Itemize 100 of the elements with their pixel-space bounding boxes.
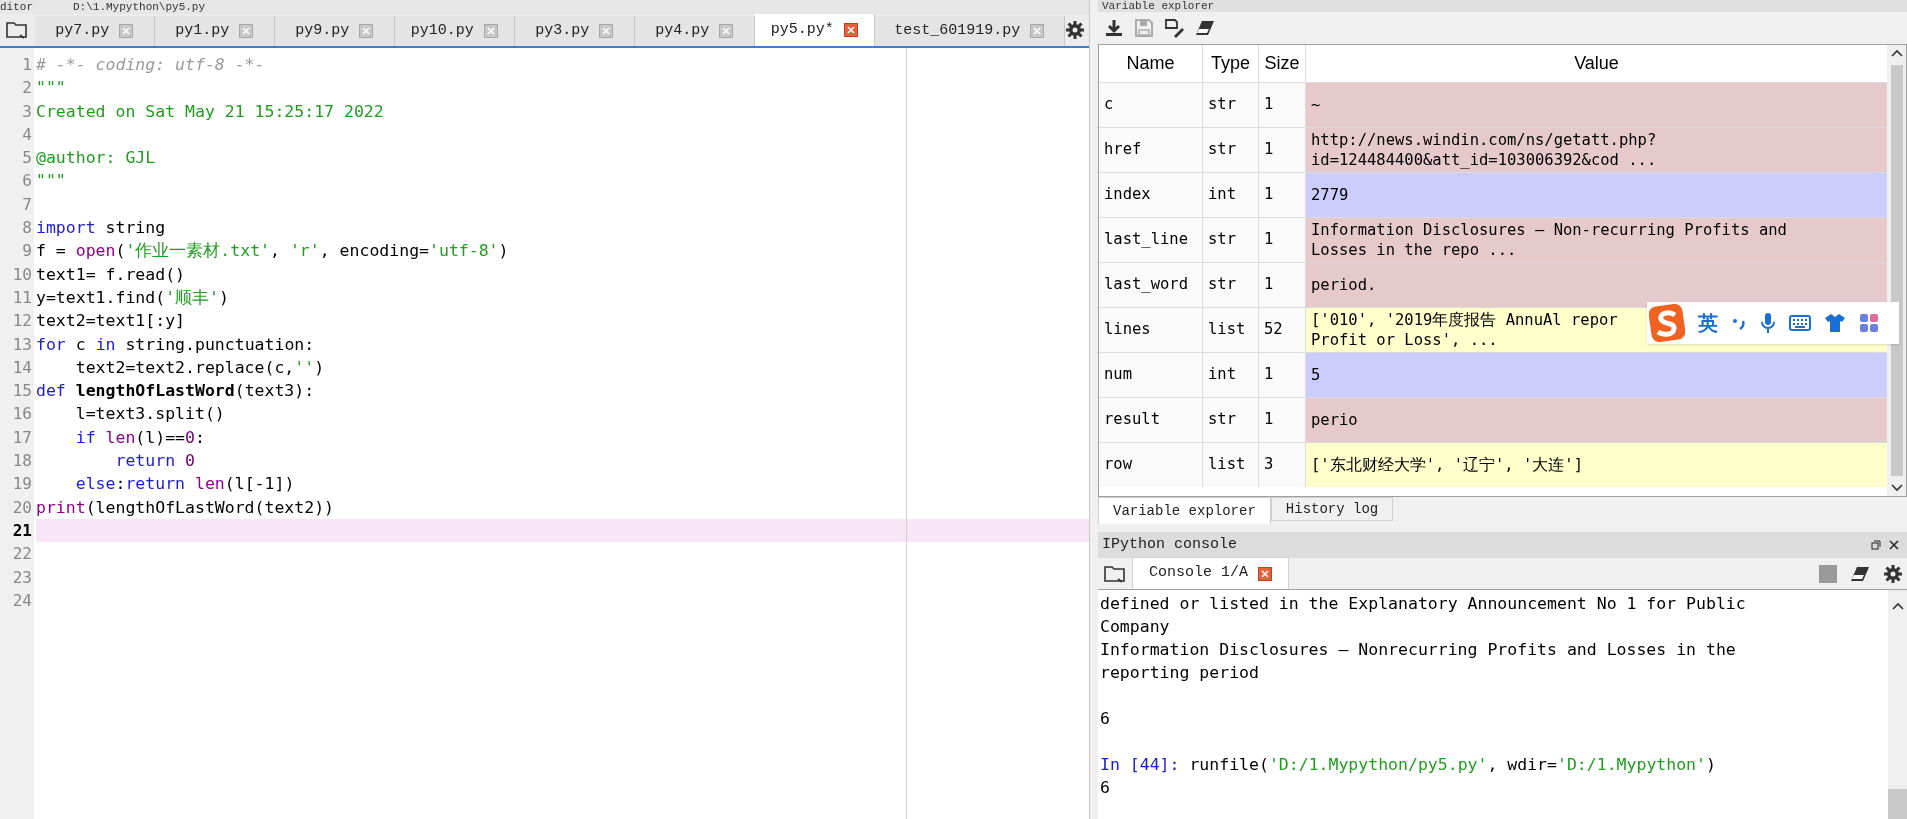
console-line: 6 [1100,709,1110,728]
pane-tab[interactable]: History log [1270,497,1394,521]
file-tab[interactable]: py5.py* [754,14,875,46]
table-cell: int [1203,173,1259,217]
scroll-thumb[interactable] [1888,789,1907,819]
value-cell: 5 [1306,353,1887,397]
input-mode-toggle[interactable]: 英 [1698,308,1718,338]
code-line: else:return len(l[-1]) [74,474,295,494]
code-line: l=text3.split() [74,404,225,424]
scrollbar[interactable] [1888,590,1907,819]
line-number: 6 [22,170,32,193]
line-number: 21 [12,519,32,542]
console-tab[interactable]: Console 1/A [1132,557,1290,589]
code-line: def lengthOfLastWord(text3): [36,381,315,401]
file-tab[interactable]: py4.py [634,16,755,46]
column-header[interactable]: Value [1306,45,1887,82]
column-header[interactable]: Name [1099,45,1203,82]
save-as-icon[interactable] [1164,18,1184,38]
pane-title: IPython console [1102,534,1238,555]
eraser-icon[interactable] [1194,19,1216,37]
code-line: return 0 [114,451,195,471]
line-number: 20 [12,496,32,519]
line-number: 11 [12,286,32,309]
line-number: 8 [22,217,32,240]
line-number: 1 [22,54,32,76]
close-icon[interactable] [1889,540,1899,550]
value-cell: perio [1306,398,1887,442]
microphone-icon[interactable] [1760,312,1776,334]
table-cell: str [1203,398,1259,442]
folder-icon[interactable] [6,21,29,39]
scrollbar[interactable] [1887,45,1906,496]
download-icon[interactable] [1104,18,1124,38]
table-cell: 1 [1259,173,1306,217]
file-tab[interactable]: py7.py [34,16,155,46]
scroll-up-icon[interactable] [1891,602,1904,610]
grid-icon[interactable] [1859,313,1879,333]
keyboard-icon[interactable] [1789,315,1811,331]
table-cell: int [1203,353,1259,397]
logo-icon[interactable] [1649,303,1685,343]
line-number: 10 [12,263,32,286]
close-icon[interactable] [1258,566,1273,581]
line-number: 24 [12,589,32,612]
shirt-icon[interactable] [1824,313,1846,333]
table-cell: str [1203,128,1259,172]
code-line: print(lengthOfLastWord(text2)) [36,497,335,517]
file-tab[interactable]: py3.py [514,16,635,46]
table-cell: num [1099,353,1203,397]
settings-icon[interactable] [1064,20,1085,40]
table-cell: 3 [1259,443,1306,487]
file-tab[interactable]: py10.py [394,16,515,46]
table-cell: 1 [1259,263,1306,307]
table-cell: str [1203,218,1259,262]
console-line: Information Disclosures – Nonrecurring Profits and Losses in the [1100,640,1736,659]
line-number: 23 [12,566,32,589]
eraser-icon[interactable] [1849,565,1871,583]
line-number: 12 [12,310,32,333]
code-line: """ [36,171,66,191]
code-line: import string [36,218,166,238]
scroll-up-icon[interactable] [1890,49,1903,57]
code-line: @author: GJL [36,148,156,168]
table-cell: 1 [1259,128,1306,172]
scroll-down-icon[interactable] [1890,484,1903,492]
table-cell: str [1203,83,1259,127]
line-number: 4 [22,123,32,146]
line-number: 7 [22,193,32,216]
column-header[interactable]: Type [1203,45,1259,82]
table-cell: 1 [1259,218,1306,262]
line-number: 15 [12,380,32,403]
file-tab[interactable]: py1.py [154,16,275,46]
folder-icon[interactable] [1104,565,1126,583]
line-number: 13 [12,333,32,356]
table-cell: 1 [1259,83,1306,127]
line-number: 14 [12,356,32,379]
value-cell: period. [1306,263,1887,307]
value-cell: ~ [1306,83,1887,127]
code-line: """ [36,78,66,98]
undock-icon[interactable] [1871,540,1881,550]
table-cell: last_line [1099,218,1203,262]
table-cell: 52 [1259,308,1306,352]
file-tab[interactable]: test_601919.py [874,16,1065,46]
value-cell: http://news.windin.com/ns/getatt.php? id=124484400&att_id=103006392&cod ... [1306,128,1887,172]
value-cell: Information Disclosures – Non-recurring Profits and Losses in the repo ... [1306,218,1887,262]
pane-title: ditor [0,1,33,13]
table-cell: c [1099,83,1203,127]
pane-title: Variable explorer [1102,0,1215,12]
table-cell: index [1099,173,1203,217]
column-header[interactable]: Size [1259,45,1306,82]
settings-icon[interactable] [1883,564,1903,584]
table-cell: 1 [1259,398,1306,442]
code-line: Created on Sat May 21 15:25:17 2022 [36,101,384,121]
table-cell: 1 [1259,353,1306,397]
table-cell: row [1099,443,1203,487]
line-number: 19 [12,473,32,496]
file-tab[interactable]: py9.py [274,16,395,46]
scroll-thumb[interactable] [1890,65,1903,476]
value-cell: 2779 [1306,173,1887,217]
console-line: 6 [1100,778,1110,797]
code-line: text1= f.read() [36,264,185,284]
close-icon[interactable] [843,23,858,37]
pane-tab[interactable]: Variable explorer [1098,497,1271,524]
